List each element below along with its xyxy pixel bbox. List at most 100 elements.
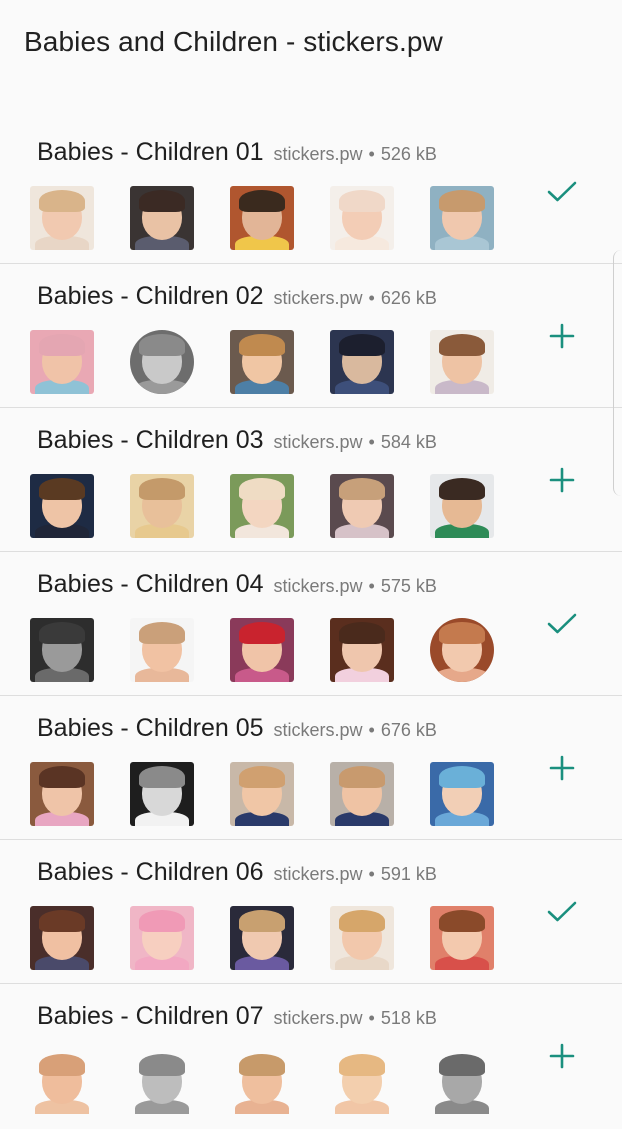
sticker-thumbnail [230,1050,294,1114]
pack-publisher: stickers.pw [273,720,363,740]
add-plus-icon[interactable] [542,316,582,356]
pack-name: Babies - Children 05 [37,714,264,742]
sticker-previews [30,474,510,538]
page-title: Babies and Children - stickers.pw [24,26,443,57]
pack-header: Babies - Children 04 stickers.pw • 575 kB [37,570,437,599]
sticker-thumbnail [330,762,394,826]
pack-publisher: stickers.pw [273,576,363,596]
sticker-thumbnail [430,906,494,970]
pack-meta: stickers.pw • 518 kB [274,1008,437,1028]
sticker-thumbnail [430,474,494,538]
sticker-thumbnail [230,762,294,826]
pack-name: Babies - Children 04 [37,570,264,598]
added-check-icon[interactable] [542,172,582,212]
sticker-thumbnail [30,330,94,394]
pack-header: Babies - Children 07 stickers.pw • 518 kB [37,1002,437,1031]
pack-name: Babies - Children 07 [37,1002,264,1030]
sticker-thumbnail [30,906,94,970]
app-header: Babies and Children - stickers.pw [0,0,622,90]
sticker-pack-row[interactable]: Babies - Children 06 stickers.pw • 591 kB [0,840,622,984]
sticker-thumbnail [130,330,194,394]
sticker-thumbnail [130,906,194,970]
sticker-thumbnail [30,474,94,538]
add-plus-icon[interactable] [542,460,582,500]
sticker-thumbnail [130,474,194,538]
sticker-previews [30,330,510,394]
separator-dot: • [368,288,375,308]
sticker-pack-row[interactable]: Babies - Children 07 stickers.pw • 518 kB [0,984,622,1128]
sticker-thumbnail [430,618,494,682]
pack-name: Babies - Children 03 [37,426,264,454]
pack-name: Babies - Children 06 [37,858,264,886]
separator-dot: • [368,1008,375,1028]
sticker-pack-list: Babies - Children 01 stickers.pw • 526 kB Ba… [0,120,622,1128]
pack-size: 575 kB [380,576,437,596]
separator-dot: • [368,576,375,596]
pack-publisher: stickers.pw [273,1008,363,1028]
pack-size: 526 kB [380,144,437,164]
pack-header: Babies - Children 01 stickers.pw • 526 kB [37,138,437,167]
pack-header: Babies - Children 06 stickers.pw • 591 kB [37,858,437,887]
add-plus-icon[interactable] [542,1036,582,1076]
sticker-previews [30,186,510,250]
sticker-thumbnail [30,618,94,682]
sticker-pack-row[interactable]: Babies - Children 03 stickers.pw • 584 kB [0,408,622,552]
pack-header: Babies - Children 03 stickers.pw • 584 kB [37,426,437,455]
pack-meta: stickers.pw • 526 kB [274,144,437,164]
sticker-pack-row[interactable]: Babies - Children 01 stickers.pw • 526 kB [0,120,622,264]
sticker-thumbnail [230,906,294,970]
pack-size: 626 kB [380,288,437,308]
pack-publisher: stickers.pw [273,288,363,308]
sticker-thumbnail [230,330,294,394]
sticker-thumbnail [130,618,194,682]
sticker-previews [30,762,510,826]
sticker-thumbnail [330,906,394,970]
sticker-pack-row[interactable]: Babies - Children 04 stickers.pw • 575 kB [0,552,622,696]
pack-size: 676 kB [380,720,437,740]
separator-dot: • [368,144,375,164]
sticker-thumbnail [330,618,394,682]
sticker-thumbnail [30,186,94,250]
sticker-previews [30,618,510,682]
sticker-thumbnail [330,330,394,394]
pack-publisher: stickers.pw [273,864,363,884]
sticker-previews [30,1050,510,1114]
sticker-thumbnail [430,186,494,250]
sticker-thumbnail [430,330,494,394]
sticker-thumbnail [130,762,194,826]
sticker-thumbnail [130,186,194,250]
pack-meta: stickers.pw • 584 kB [274,432,437,452]
sticker-previews [30,906,510,970]
add-plus-icon[interactable] [542,748,582,788]
sticker-thumbnail [330,474,394,538]
sticker-thumbnail [30,1050,94,1114]
sticker-thumbnail [430,1050,494,1114]
sticker-thumbnail [330,186,394,250]
pack-meta: stickers.pw • 676 kB [274,720,437,740]
scrollbar[interactable] [613,250,622,496]
pack-size: 518 kB [380,1008,437,1028]
pack-meta: stickers.pw • 626 kB [274,288,437,308]
separator-dot: • [368,432,375,452]
added-check-icon[interactable] [542,604,582,644]
separator-dot: • [368,720,375,740]
sticker-pack-row[interactable]: Babies - Children 05 stickers.pw • 676 kB [0,696,622,840]
pack-size: 584 kB [380,432,437,452]
sticker-thumbnail [330,1050,394,1114]
pack-publisher: stickers.pw [273,432,363,452]
pack-name: Babies - Children 02 [37,282,264,310]
pack-meta: stickers.pw • 591 kB [274,864,437,884]
sticker-thumbnail [230,618,294,682]
sticker-thumbnail [230,186,294,250]
pack-header: Babies - Children 02 stickers.pw • 626 kB [37,282,437,311]
pack-publisher: stickers.pw [273,144,363,164]
sticker-thumbnail [30,762,94,826]
added-check-icon[interactable] [542,892,582,932]
pack-name: Babies - Children 01 [37,138,264,166]
sticker-pack-row[interactable]: Babies - Children 02 stickers.pw • 626 kB [0,264,622,408]
sticker-thumbnail [230,474,294,538]
pack-meta: stickers.pw • 575 kB [274,576,437,596]
pack-size: 591 kB [380,864,437,884]
sticker-thumbnail [130,1050,194,1114]
pack-header: Babies - Children 05 stickers.pw • 676 kB [37,714,437,743]
